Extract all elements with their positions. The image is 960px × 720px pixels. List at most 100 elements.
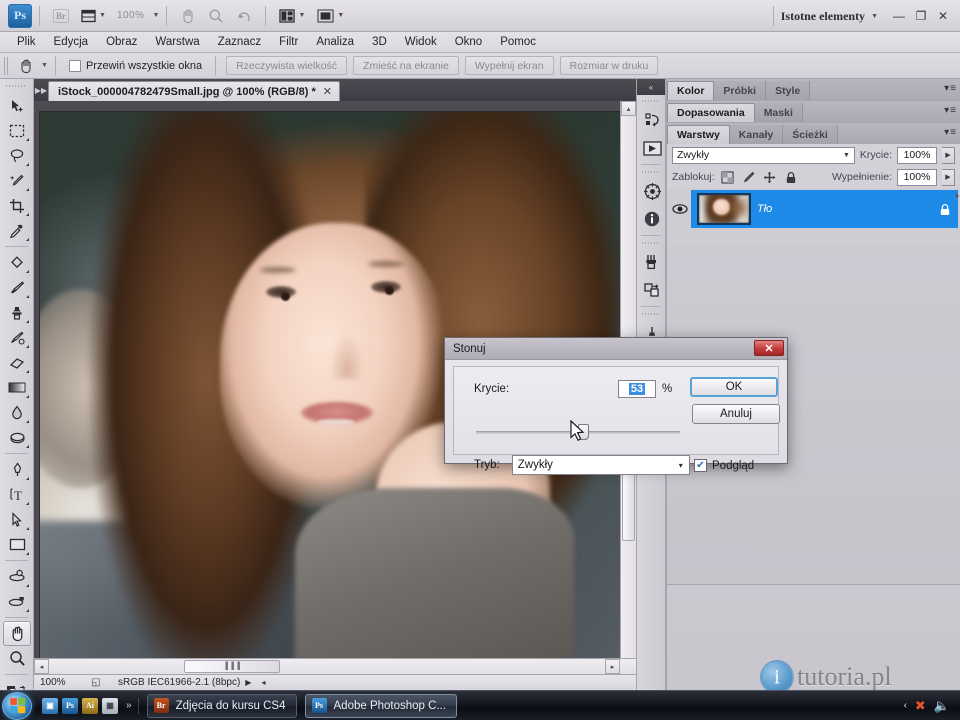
tool-quick-selection[interactable] (3, 168, 31, 193)
tool-brush[interactable] (3, 275, 31, 300)
tool-rectangular-marquee[interactable] (3, 118, 31, 143)
dialog-close-button[interactable]: ✕ (754, 340, 784, 356)
navigator-panel-icon[interactable] (639, 178, 665, 204)
start-button[interactable] (2, 691, 32, 720)
window-close-button[interactable]: ✕ (932, 6, 954, 26)
clone-source-panel-icon[interactable] (639, 277, 665, 303)
tab-probki[interactable]: Próbki (714, 81, 767, 100)
layers-scroll-up-icon[interactable]: ▴ (955, 190, 959, 199)
menu-widok[interactable]: Widok (396, 34, 446, 50)
fit-on-screen-button[interactable]: Zmieść na ekranie (353, 56, 459, 75)
tab-style[interactable]: Style (766, 81, 811, 100)
table-row[interactable]: Tło (669, 190, 958, 228)
document-info-icon[interactable]: ◱ (86, 677, 106, 688)
dock-collapse-button[interactable]: « (637, 79, 665, 95)
menu-pomoc[interactable]: Pomoc (491, 34, 545, 50)
menu-3d[interactable]: 3D (363, 34, 396, 50)
rotate-view-tool-icon[interactable] (232, 5, 256, 27)
menu-filtr[interactable]: Filtr (270, 34, 307, 50)
tab-sciezki[interactable]: Ścieżki (783, 125, 838, 144)
window-restore-button[interactable]: ❐ (910, 6, 932, 26)
menu-obraz[interactable]: Obraz (97, 34, 146, 50)
tool-3d-orbit[interactable] (3, 589, 31, 614)
photoshop-quicklaunch-icon[interactable]: Ps (62, 697, 78, 714)
history-panel-icon[interactable] (639, 107, 665, 133)
tray-expand-icon[interactable]: ‹ (904, 700, 907, 711)
status-zoom-field[interactable]: 100% (34, 677, 86, 688)
layer-opacity-stepper[interactable]: ▶ (942, 146, 955, 164)
document-tab[interactable]: iStock_000004782479Small.jpg @ 100% (RGB… (48, 81, 340, 101)
quick-launch-more-icon[interactable]: » (126, 700, 132, 711)
preview-checkbox[interactable]: ✔ Podgląd (694, 459, 754, 472)
dock-group-grip-3[interactable] (642, 239, 660, 247)
tool-eyedropper[interactable] (3, 218, 31, 243)
color-panel-menu-button[interactable]: ▾ ≡ (944, 83, 956, 94)
tool-path-selection[interactable] (3, 507, 31, 532)
horizontal-scroll-thumb[interactable]: ▐▐▐ (184, 660, 280, 673)
tab-maski[interactable]: Maski (754, 103, 803, 122)
ok-button[interactable]: OK (690, 377, 778, 397)
menu-zaznacz[interactable]: Zaznacz (209, 34, 270, 50)
scroll-all-windows-checkbox[interactable]: Przewiń wszystkie okna (63, 59, 208, 72)
lock-transparent-pixels-icon[interactable] (720, 169, 736, 185)
tool-gradient[interactable] (3, 375, 31, 400)
tool-hand[interactable] (3, 621, 31, 646)
tool-horizontal-type[interactable]: T (3, 482, 31, 507)
taskbar-button-bridge[interactable]: Br Zdjęcia do kursu CS4 (146, 693, 297, 718)
hand-tool-icon[interactable] (176, 5, 200, 27)
tab-kanaly[interactable]: Kanały (729, 125, 784, 144)
network-icon[interactable]: ✖ (915, 698, 926, 714)
blend-mode-select[interactable]: Zwykły ▼ (672, 146, 855, 164)
adjustments-panel-menu-button[interactable]: ▾ ≡ (944, 105, 956, 116)
actual-size-button[interactable]: Rzeczywista wielkość (226, 56, 348, 75)
layer-thumbnail[interactable] (697, 193, 751, 225)
arrange-documents-icon[interactable]: ▼ (275, 5, 309, 27)
calculator-quicklaunch-icon[interactable]: ▦ (102, 697, 118, 714)
lock-all-icon[interactable] (783, 169, 799, 185)
window-minimize-button[interactable]: — (888, 6, 910, 26)
layer-visibility-toggle[interactable] (669, 190, 691, 228)
tab-kolor[interactable]: Kolor (667, 81, 715, 100)
layer-fill-field[interactable]: 100% (897, 168, 937, 186)
menu-plik[interactable]: Plik (8, 34, 45, 50)
tool-preset-chevron-down-icon[interactable]: ▼ (41, 62, 48, 69)
tool-zoom[interactable] (3, 646, 31, 671)
cancel-button[interactable]: Anuluj (692, 404, 780, 424)
actions-panel-icon[interactable] (639, 135, 665, 161)
dock-group-grip-4[interactable] (642, 310, 660, 318)
dock-group-grip-1[interactable] (642, 97, 660, 105)
fill-screen-button[interactable]: Wypełnij ekran (464, 56, 554, 75)
menu-okno[interactable]: Okno (446, 34, 492, 50)
opacity-input[interactable]: 53 (618, 380, 656, 398)
options-bar-grip[interactable] (4, 56, 10, 75)
menu-warstwa[interactable]: Warstwa (146, 34, 208, 50)
scroll-right-button[interactable]: ▸ (605, 659, 620, 674)
tool-eraser[interactable] (3, 350, 31, 375)
layer-opacity-field[interactable]: 100% (897, 146, 937, 164)
workspace-chevron-down-icon[interactable]: ▼ (871, 13, 878, 20)
menu-edycja[interactable]: Edycja (45, 34, 98, 50)
view-extras-icon[interactable]: ▼ (77, 5, 110, 27)
dialog-title-bar[interactable]: Stonuj ✕ (445, 338, 787, 360)
scroll-left-button[interactable]: ◂ (34, 659, 49, 674)
lock-image-pixels-icon[interactable] (741, 169, 757, 185)
tool-blur[interactable] (3, 400, 31, 425)
zoom-level-field[interactable]: 100% (114, 5, 148, 27)
lock-position-icon[interactable] (762, 169, 778, 185)
screen-mode-icon[interactable]: ▼ (313, 5, 348, 27)
tool-spot-healing-brush[interactable] (3, 250, 31, 275)
layer-fill-stepper[interactable]: ▶ (942, 168, 955, 186)
show-desktop-icon[interactable]: ▣ (42, 697, 58, 714)
status-left-arrow-icon[interactable]: ◂ (256, 678, 270, 687)
current-tool-hand-icon[interactable] (14, 56, 38, 76)
status-popup-arrow-icon[interactable]: ▶ (240, 678, 256, 687)
bridge-icon[interactable]: Br (49, 5, 73, 27)
canvas-horizontal-scrollbar[interactable]: ◂ ▐▐▐ ▸ (34, 658, 636, 674)
scroll-up-button[interactable]: ▴ (621, 101, 636, 116)
tab-warstwy[interactable]: Warstwy (667, 125, 730, 144)
illustrator-quicklaunch-icon[interactable]: Ai (82, 697, 98, 714)
tool-lasso[interactable] (3, 143, 31, 168)
opacity-slider-thumb[interactable] (578, 424, 589, 440)
tool-history-brush[interactable] (3, 325, 31, 350)
tab-strip-grip[interactable]: ▶▶ (34, 79, 48, 101)
